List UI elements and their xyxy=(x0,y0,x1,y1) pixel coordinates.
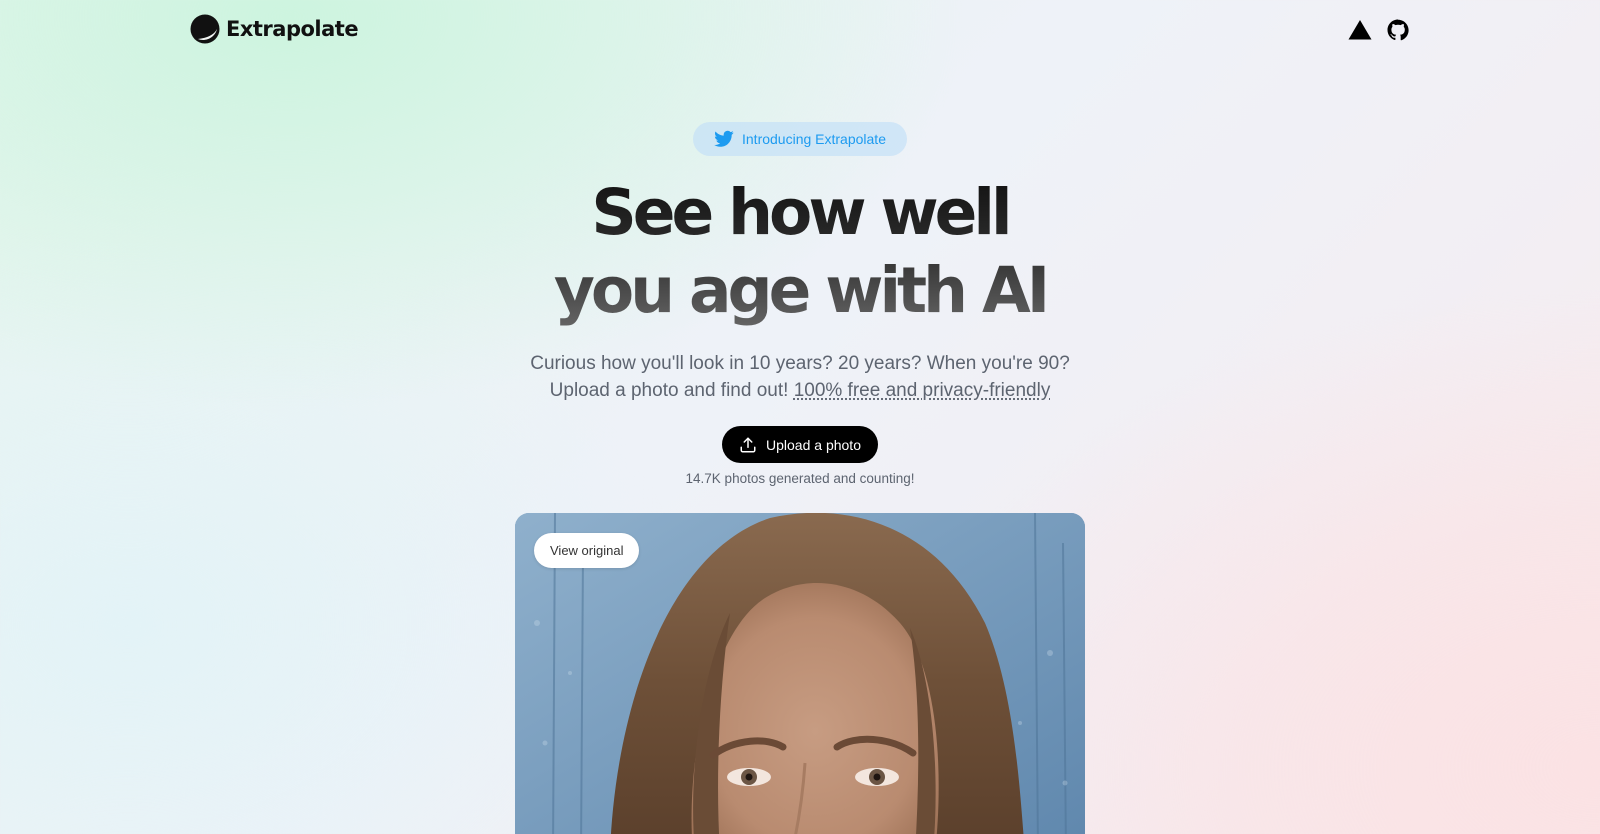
subtitle-line-1: Curious how you'll look in 10 years? 20 … xyxy=(530,353,1070,374)
header-icon-group xyxy=(1348,18,1410,42)
upload-photo-button[interactable]: Upload a photo xyxy=(722,426,878,463)
subtitle-line-2-text: Upload a photo and find out! xyxy=(549,380,789,401)
sample-photo: View original xyxy=(515,513,1085,834)
twitter-icon xyxy=(714,130,734,147)
logo-icon xyxy=(190,14,220,44)
site-header: Extrapolate xyxy=(0,0,1600,62)
view-original-button[interactable]: View original xyxy=(534,533,640,568)
upload-photo-label: Upload a photo xyxy=(766,436,861,453)
vercel-icon[interactable] xyxy=(1348,18,1372,42)
github-icon[interactable] xyxy=(1386,18,1410,42)
brand-name: Extrapolate xyxy=(226,17,359,41)
privacy-link[interactable]: 100% free and privacy-friendly xyxy=(794,380,1051,401)
announcement-pill[interactable]: Introducing Extrapolate xyxy=(693,122,907,156)
photos-counter: 14.7K photos generated and counting! xyxy=(685,471,915,486)
brand-logo-link[interactable]: Extrapolate xyxy=(190,14,359,44)
headline-line-2: you age with AI xyxy=(553,254,1047,327)
hero-headline: See how well you age with AI xyxy=(0,174,1600,330)
announcement-label: Introducing Extrapolate xyxy=(742,131,886,147)
headline-line-1: See how well xyxy=(591,176,1009,249)
upload-icon xyxy=(740,437,756,452)
hero-subtitle: Curious how you'll look in 10 years? 20 … xyxy=(0,350,1600,404)
subtitle-line-2: Upload a photo and find out! 100% free a… xyxy=(0,377,1600,404)
